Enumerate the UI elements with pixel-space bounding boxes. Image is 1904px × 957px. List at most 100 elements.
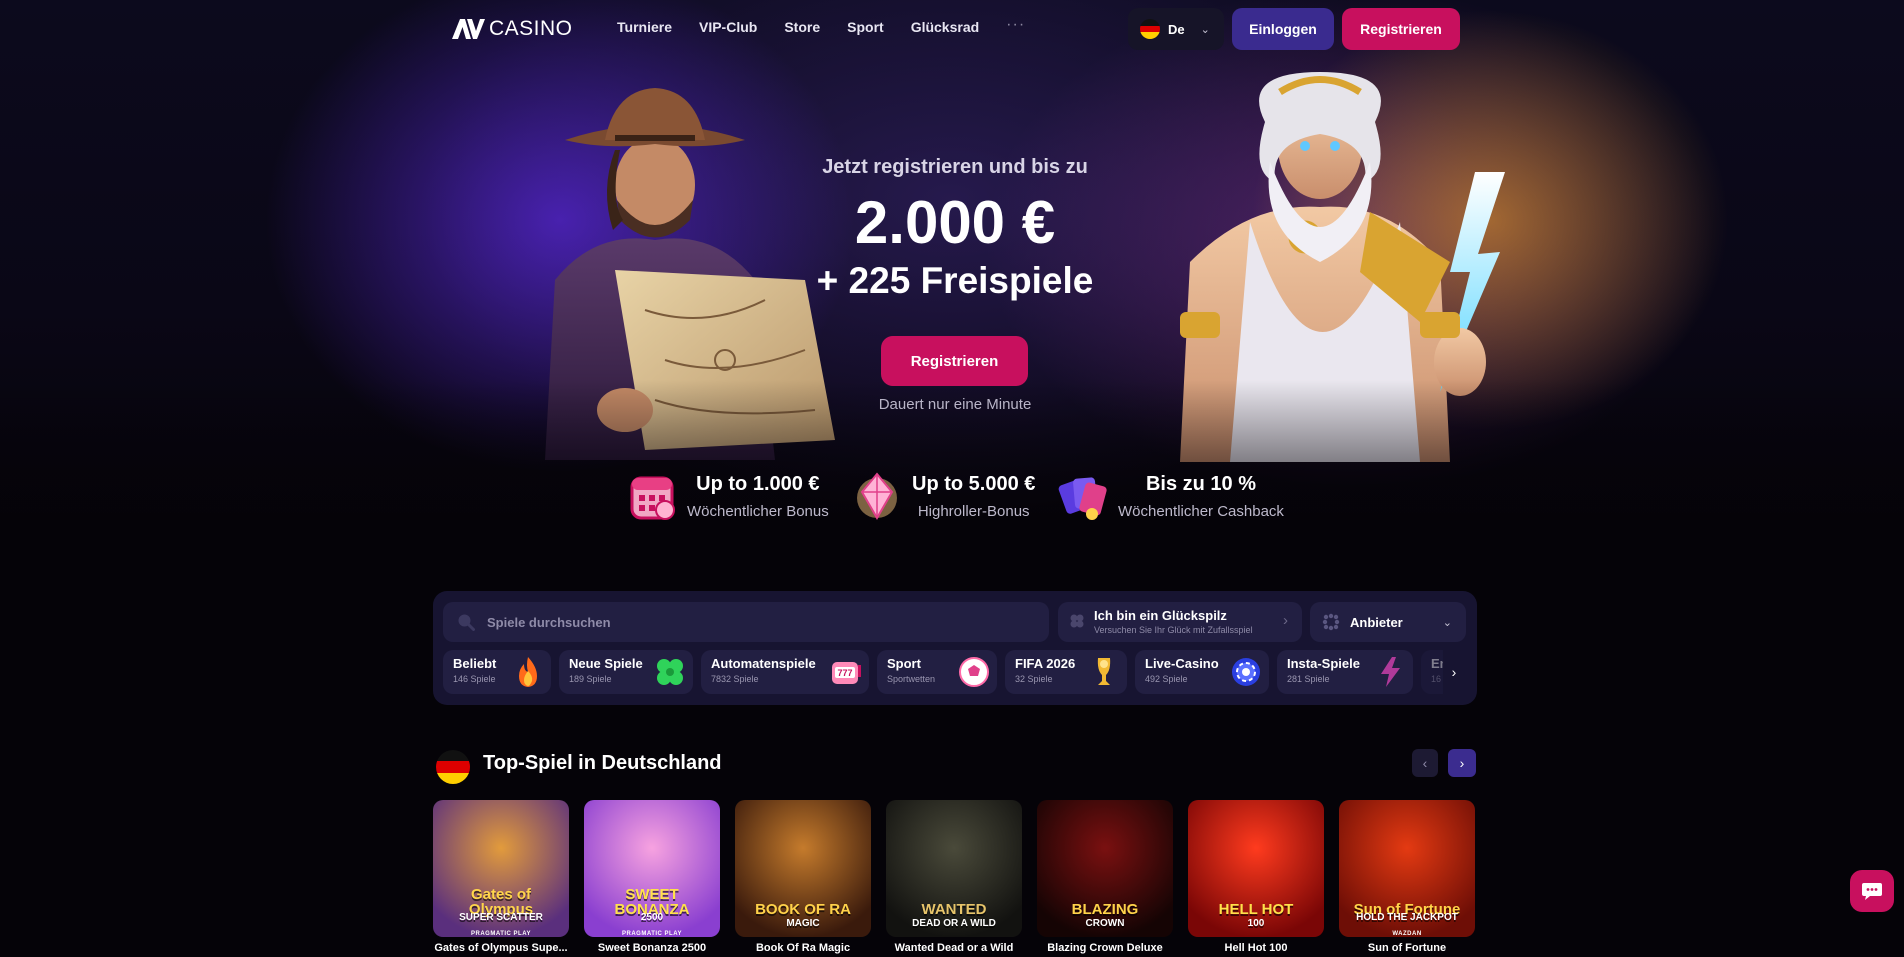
game-thumbnail[interactable]: WANTED DEAD OR A WILD [886, 800, 1022, 937]
crystal-icon [857, 472, 897, 521]
game-title[interactable]: Book Of Ra Magic [735, 942, 871, 954]
random-game-subtitle: Versuchen Sie Ihr Glück mit Zufallsspiel [1094, 625, 1253, 635]
nav-item-gluecksrad[interactable]: Glücksrad [911, 19, 979, 35]
game-provider-label: PRAGMATIC PLAY [470, 931, 531, 937]
game-card[interactable]: BOOK OF RA MAGIC Book Of Ra Magic [735, 800, 871, 954]
bonus-title: Up to 5.000 € [912, 472, 1036, 495]
game-card[interactable]: WANTED DEAD OR A WILD Wanted Dead or a Wil… [886, 800, 1022, 954]
chat-icon [1862, 883, 1882, 900]
calendar-gift-icon [630, 476, 675, 520]
svg-text:777: 777 [837, 668, 852, 678]
bonus-weekly[interactable]: Up to 1.000 € Wöchentlicher Bonus [627, 470, 829, 522]
category-scroll-right-button[interactable]: › [1441, 650, 1467, 694]
carousel-next-button[interactable]: › [1448, 749, 1476, 777]
lightning-icon [1381, 657, 1400, 687]
bonus-highroller[interactable]: Up to 5.000 € Highroller-Bonus [852, 470, 1035, 522]
german-flag-icon [436, 750, 470, 784]
game-card[interactable]: Gates of Olympus SUPER SCATTER PRAGMATIC P… [433, 800, 569, 954]
nav-item-store[interactable]: Store [784, 19, 820, 35]
category-insta-spiele[interactable]: Insta-Spiele 281 Spiele [1277, 650, 1413, 694]
game-title[interactable]: Sun of Fortune [1339, 942, 1475, 954]
nav-item-turniere[interactable]: Turniere [617, 19, 672, 35]
casino-logo[interactable]: CASINO [451, 16, 573, 42]
provider-label: Anbieter [1350, 614, 1403, 630]
hero-register-button[interactable]: Registrieren [881, 336, 1028, 386]
carousel-prev-button[interactable]: ‹ [1412, 749, 1438, 777]
game-art-subtitle: 2500 [640, 912, 664, 923]
game-search-box[interactable] [443, 602, 1049, 642]
hero-subtitle: Jetzt registrieren und bis zu [822, 156, 1088, 178]
cards-icon [1058, 477, 1107, 520]
category-live-casino[interactable]: Live-Casino 492 Spiele [1135, 650, 1269, 694]
login-button[interactable]: Einloggen [1232, 8, 1334, 50]
category-automatenspiele[interactable]: Automatenspiele 7832 Spiele 777 [701, 650, 869, 694]
game-thumbnail[interactable]: SWEET BONANZA 2500 PRAGMATIC PLAY [584, 800, 720, 937]
category-strip: Beliebt 146 Spiele Neue Spiele 189 Spiel… [443, 650, 1443, 694]
game-thumbnail[interactable]: BOOK OF RA MAGIC [735, 800, 871, 937]
game-art-subtitle: 100 [1247, 918, 1265, 929]
game-title[interactable]: Gates of Olympus Supe... [433, 942, 569, 954]
game-card[interactable]: HELL HOT 100 Hell Hot 100 [1188, 800, 1324, 954]
bonus-desc: Highroller-Bonus [917, 502, 1030, 520]
game-art-title: BOOK OF RA [755, 901, 851, 918]
game-art-title: WANTED [921, 901, 987, 918]
top-header: CASINO Turniere VIP-Club Store Sport Glü… [0, 0, 1904, 58]
game-thumbnail[interactable]: Gates of Olympus SUPER SCATTER PRAGMATIC P… [433, 800, 569, 937]
game-card[interactable]: SWEET BONANZA 2500 PRAGMATIC PLAY Sweet Bon… [584, 800, 720, 954]
provider-dropdown[interactable]: Anbieter ⌄ [1310, 602, 1466, 642]
bonus-title: Bis zu 10 % [1145, 472, 1256, 495]
hero-bonus-amount: 2.000 € [854, 189, 1056, 256]
game-art-subtitle: CROWN [1085, 918, 1125, 929]
game-art-subtitle: DEAD OR A WILD [912, 918, 996, 929]
category-sport[interactable]: Sport Sportwetten [877, 650, 997, 694]
chevron-right-icon: › [1283, 612, 1288, 629]
game-art-subtitle: SUPER SCATTER [459, 912, 543, 923]
language-label: De [1168, 21, 1185, 37]
hero-free-spins: + 225 Freispiele [816, 260, 1094, 301]
random-game-button[interactable]: Ich bin ein Glückspilz Versuchen Sie Ihr… [1058, 602, 1302, 642]
section-title: Top-Spiel in Deutschland [483, 752, 722, 774]
fire-icon [519, 657, 537, 687]
bonus-desc: Wöchentlicher Bonus [687, 502, 829, 520]
nav-more-icon[interactable]: ··· [1006, 16, 1025, 35]
game-thumbnail[interactable]: Sun of Fortune HOLD THE JACKPOT WAZDAN [1339, 800, 1475, 937]
game-thumbnail[interactable]: HELL HOT 100 [1188, 800, 1324, 937]
bonus-desc: Wöchentlicher Cashback [1118, 502, 1284, 520]
category-beliebt[interactable]: Beliebt 146 Spiele [443, 650, 551, 694]
hero-note: Dauert nur eine Minute [878, 396, 1032, 413]
live-chat-button[interactable] [1850, 870, 1894, 912]
game-search-input[interactable] [485, 613, 1009, 631]
game-thumbnail[interactable]: BLAZING CROWN [1037, 800, 1173, 937]
game-provider-label: PRAGMATIC PLAY [621, 931, 682, 937]
nav-item-vip-club[interactable]: VIP-Club [699, 19, 757, 35]
logo-mark-icon [452, 19, 485, 39]
game-card[interactable]: BLAZING CROWN Blazing Crown Deluxe [1037, 800, 1173, 954]
provider-grid-icon [1322, 613, 1340, 631]
game-art-subtitle: HOLD THE JACKPOT [1356, 912, 1458, 923]
game-title[interactable]: Wanted Dead or a Wild [886, 942, 1022, 954]
game-art-title: HELL HOT [1218, 901, 1294, 918]
logo-text: CASINO [489, 17, 573, 40]
game-card[interactable]: Sun of Fortune HOLD THE JACKPOT WAZDAN Sun … [1339, 800, 1475, 954]
game-title[interactable]: Blazing Crown Deluxe [1037, 942, 1173, 954]
game-title[interactable]: Hell Hot 100 [1188, 942, 1324, 954]
nav-item-sport[interactable]: Sport [847, 19, 884, 35]
game-provider-label: WAZDAN [1392, 931, 1422, 937]
chevron-down-icon: ⌄ [1200, 23, 1210, 36]
clover-outline-icon [1070, 614, 1084, 628]
game-art-subtitle: MAGIC [786, 918, 820, 929]
main-nav: Turniere VIP-Club Store Sport Glücksrad … [617, 16, 1025, 35]
poker-chip-icon [1232, 658, 1260, 686]
chevron-down-icon: ⌄ [1442, 617, 1452, 629]
bonus-cashback[interactable]: Bis zu 10 % Wöchentlicher Cashback [1058, 470, 1284, 522]
game-art-title: BLAZING [1071, 901, 1139, 918]
language-selector[interactable]: De ⌄ [1128, 8, 1224, 50]
clover-icon [657, 659, 683, 685]
category-more[interactable]: Ende 16 Sp [1421, 650, 1443, 694]
random-game-title: Ich bin ein Glückspilz [1094, 608, 1227, 623]
soccer-ball-icon [959, 657, 989, 687]
game-title[interactable]: Sweet Bonanza 2500 [584, 942, 720, 954]
register-button[interactable]: Registrieren [1342, 8, 1460, 50]
category-fifa-2026[interactable]: FIFA 2026 32 Spiele [1005, 650, 1127, 694]
category-neue-spiele[interactable]: Neue Spiele 189 Spiele [559, 650, 693, 694]
